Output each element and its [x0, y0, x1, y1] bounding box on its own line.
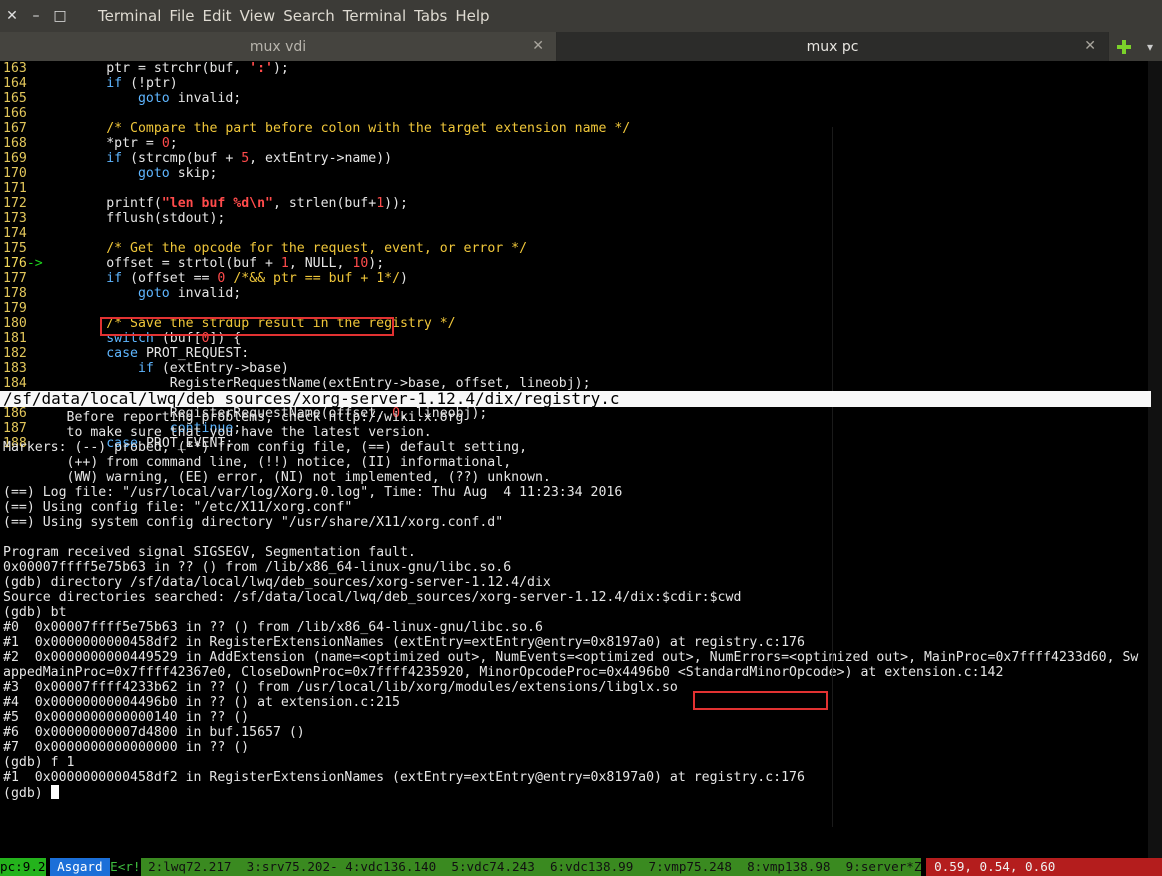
code-line: 178 goto invalid; [3, 286, 242, 301]
menu-search[interactable]: Search [279, 7, 339, 25]
tmux-status-bar: pc:9.2 Asgard E<r! 2:lwq72.217 3:srv75.2… [0, 858, 1162, 876]
gdb-output-line: (gdb) bt [3, 605, 67, 620]
gdb-output-line: (WW) warning, (EE) error, (NI) not imple… [3, 470, 551, 485]
gdb-output-line: 0x00007ffff5e75b63 in ?? () from /lib/x8… [3, 560, 512, 575]
code-line: 167 /* Compare the part before colon wit… [3, 121, 631, 136]
close-tab-icon[interactable]: ✕ [532, 38, 544, 54]
menu-terminal[interactable]: Terminal [94, 7, 165, 25]
code-line: 168 *ptr = 0; [3, 136, 178, 151]
gdb-output-line: #1 0x0000000000458df2 in RegisterExtensi… [3, 770, 805, 785]
gdb-output-line: #5 0x0000000000000140 in ?? () [3, 710, 250, 725]
gdb-prompt[interactable]: (gdb) [3, 785, 59, 801]
status-window-list[interactable]: 2:lwq72.217 3:srv75.202- 4:vdc136.140 5:… [140, 858, 922, 876]
gdb-output-line: appedMainProc=0x7ffff42367e0, CloseDownP… [3, 665, 1004, 680]
gdb-output-line: (++) from command line, (!!) notice, (II… [3, 455, 512, 470]
code-line: 183 if (extEntry->base) [3, 361, 289, 376]
code-line: 166 [3, 106, 27, 121]
text-cursor [50, 785, 59, 799]
gdb-output-line: #6 0x00000000007d4800 in buf.15657 () [3, 725, 305, 740]
status-load-average: 0.59, 0.54, 0.60 [926, 858, 1162, 876]
code-line: 163 ptr = strchr(buf, ':'); [3, 61, 289, 76]
tab-label: mux vdi [249, 38, 307, 55]
menu-edit[interactable]: Edit [199, 7, 236, 25]
code-line: 169 if (strcmp(buf + 5, extEntry->name)) [3, 151, 393, 166]
gdb-output-line: (==) Using config file: "/etc/X11/xorg.c… [3, 500, 353, 515]
code-line: 164 if (!ptr) [3, 76, 178, 91]
source-file-path: /sf/data/local/lwq/deb_sources/xorg-serv… [0, 391, 1151, 407]
code-line: 175 /* Get the opcode for the request, e… [3, 241, 528, 256]
gdb-output-line: (gdb) f 1 [3, 755, 75, 770]
highlight-box-line-176 [100, 317, 394, 336]
gdb-output-line: #1 0x0000000000458df2 in RegisterExtensi… [3, 635, 805, 650]
gdb-output-line: #0 0x00007ffff5e75b63 in ?? () from /lib… [3, 620, 543, 635]
code-line: 182 case PROT_REQUEST: [3, 346, 250, 361]
status-current-window[interactable]: E<r! [110, 858, 141, 876]
new-tab-icon[interactable] [1109, 32, 1139, 61]
code-line: 171 [3, 181, 27, 196]
highlight-box-registry-c-176 [693, 691, 828, 710]
menu-tabs[interactable]: Tabs [410, 7, 451, 25]
gdb-output-line: Before reporting problems, check http://… [3, 410, 464, 425]
close-window-icon[interactable]: ✕ [0, 8, 24, 24]
tab-mux-vdi[interactable]: mux vdi ✕ [0, 32, 557, 61]
maximize-window-icon[interactable]: □ [48, 8, 72, 24]
code-line: 165 goto invalid; [3, 91, 242, 106]
menu-bar: ✕ – □ Terminal File Edit View Search Ter… [0, 0, 1162, 32]
gdb-output-line: (gdb) directory /sf/data/local/lwq/deb_s… [3, 575, 551, 590]
gdb-output-line: #2 0x0000000000449529 in AddExtension (n… [3, 650, 1139, 665]
tab-bar: mux vdi ✕ mux pc ✕ ▾ [0, 32, 1162, 61]
gdb-output-line: #7 0x0000000000000000 in ?? () [3, 740, 250, 755]
tab-list-chevron-icon[interactable]: ▾ [1139, 32, 1161, 61]
code-line: 172 printf("len buf %d\n", strlen(buf+1)… [3, 196, 408, 211]
code-line: 176-> offset = strtol(buf + 1, NULL, 10)… [3, 256, 385, 271]
gdb-output-line: Markers: (--) probed, (**) from config f… [3, 440, 528, 455]
gdb-output-line: to make sure that you have the latest ve… [3, 425, 432, 440]
code-line: 177 if (offset == 0 /*&& ptr == buf + 1*… [3, 271, 408, 286]
status-host: pc:9.2 [0, 858, 46, 876]
gdb-output-line: Source directories searched: /sf/data/lo… [3, 590, 742, 605]
menu-help[interactable]: Help [451, 7, 493, 25]
menu-file[interactable]: File [165, 7, 198, 25]
menu-terminal-2[interactable]: Terminal [339, 7, 410, 25]
terminal-scrollbar[interactable] [1148, 61, 1162, 858]
code-line: 170 goto skip; [3, 166, 218, 181]
gdb-output-line: #3 0x00007ffff4233b62 in ?? () from /usr… [3, 680, 678, 695]
tab-mux-pc[interactable]: mux pc ✕ [557, 32, 1109, 61]
code-line: 179 [3, 301, 27, 316]
menu-view[interactable]: View [236, 7, 280, 25]
gdb-output-line: (==) Log file: "/usr/local/var/log/Xorg.… [3, 485, 623, 500]
status-session: Asgard [49, 858, 111, 876]
minimize-window-icon[interactable]: – [24, 8, 48, 24]
code-line: 174 [3, 226, 27, 241]
tab-label: mux pc [806, 38, 859, 55]
code-line: 173 fflush(stdout); [3, 211, 226, 226]
terminal-view[interactable]: 163 ptr = strchr(buf, ':'); 164 if (!ptr)… [0, 61, 1162, 858]
gdb-output-line: #4 0x00000000004496b0 in ?? () at extens… [3, 695, 400, 710]
gdb-output-line: Program received signal SIGSEGV, Segment… [3, 545, 416, 560]
gdb-output-line: (==) Using system config directory "/usr… [3, 515, 504, 530]
close-tab-icon[interactable]: ✕ [1084, 38, 1096, 54]
